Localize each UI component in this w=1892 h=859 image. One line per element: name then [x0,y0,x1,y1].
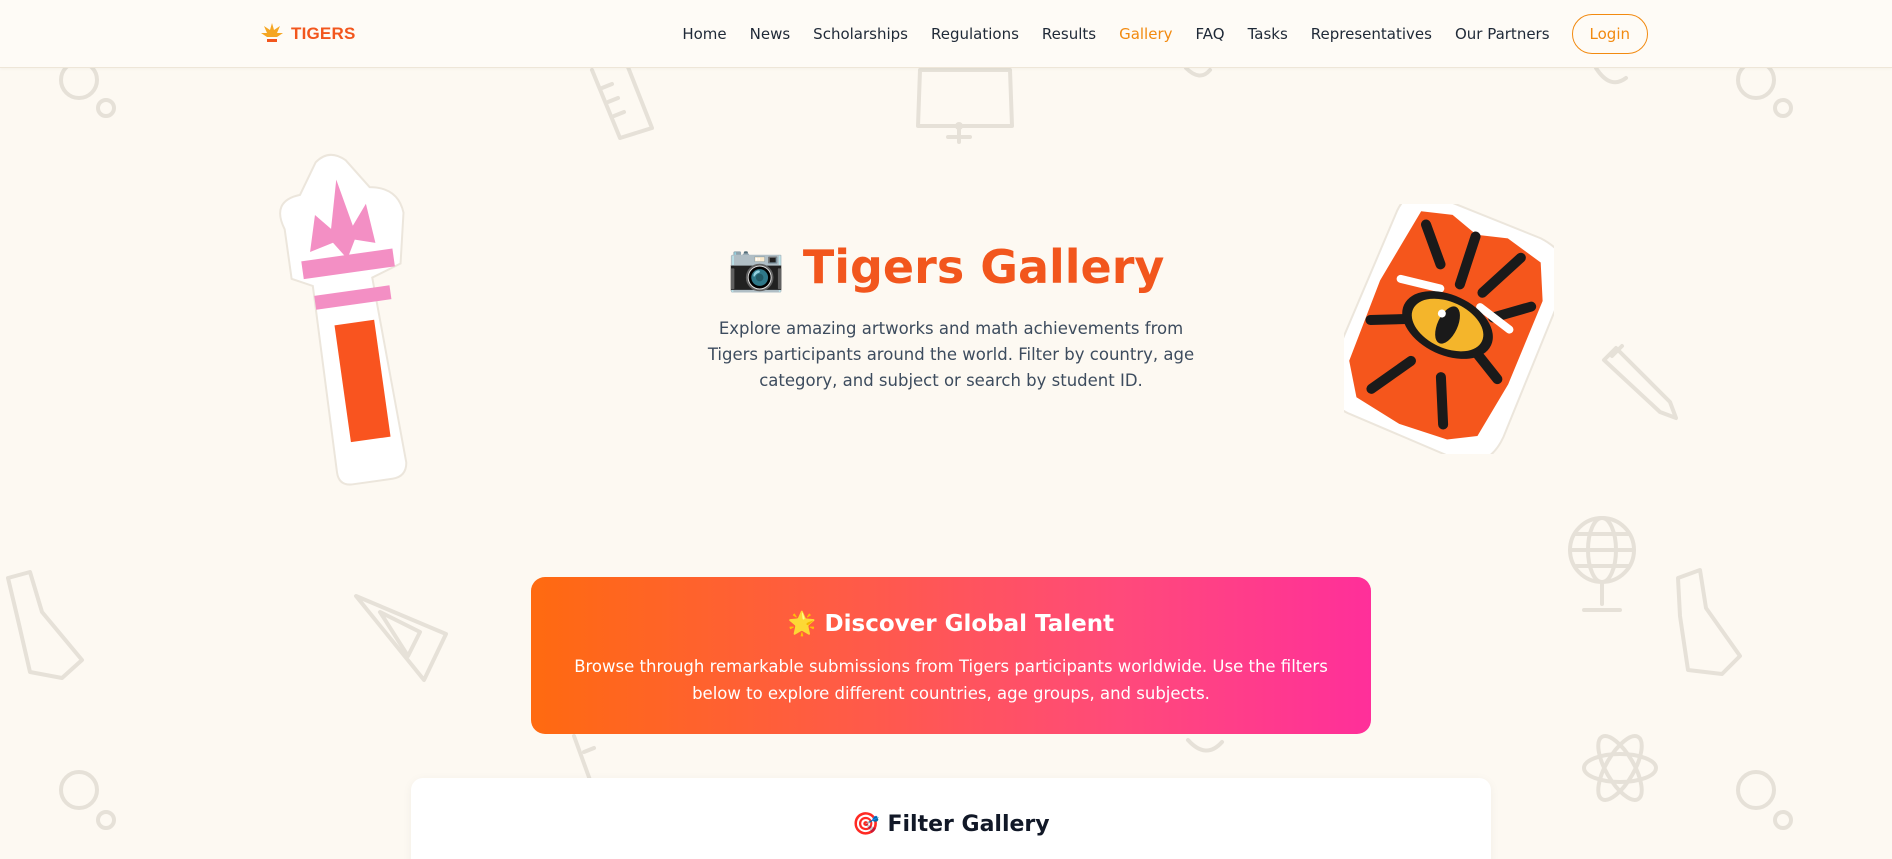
page-description: Explore amazing artworks and math achiev… [707,319,1195,390]
nav-item-regulations[interactable]: Regulations [931,25,1019,43]
torch-sticker-icon [279,153,408,486]
logo[interactable]: TIGERS [259,20,356,48]
nav-item-results[interactable]: Results [1042,25,1096,43]
banner-title: 🌟 Discover Global Talent [531,610,1371,637]
logo-text: TIGERS [291,24,356,43]
filter-title-text: Filter Gallery [887,812,1050,837]
banner-description: Browse through remarkable submissions fr… [574,657,1328,703]
nav-item-news[interactable]: News [750,25,791,43]
discover-banner: 🌟 Discover Global Talent Browse through … [531,577,1371,734]
nav-item-our-partners[interactable]: Our Partners [1455,25,1550,43]
nav-item-representatives[interactable]: Representatives [1311,25,1432,43]
nav-item-home[interactable]: Home [682,25,726,43]
nav-item-tasks[interactable]: Tasks [1248,25,1288,43]
login-button[interactable]: Login [1571,14,1648,54]
nav-item-faq[interactable]: FAQ [1196,25,1225,43]
nav-item-gallery[interactable]: Gallery [1119,25,1172,43]
filter-title: 🎯 Filter Gallery [411,812,1491,837]
nav-item-scholarships[interactable]: Scholarships [813,25,908,43]
sparkle-sun-icon: 🌟 [787,611,817,637]
page-title: 📷 Tigers Gallery [0,240,1892,295]
page-title-text: Tigers Gallery [802,240,1165,294]
target-icon: 🎯 [852,812,880,837]
tiger-logo-icon [261,23,283,42]
top-navbar: TIGERS Home News Scholarships Regulation… [0,0,1892,68]
filter-card: 🎯 Filter Gallery [411,778,1491,859]
camera-icon: 📷 [727,240,785,294]
banner-title-text: Discover Global Talent [824,611,1115,637]
main-nav: Home News Scholarships Regulations Resul… [659,14,1648,54]
